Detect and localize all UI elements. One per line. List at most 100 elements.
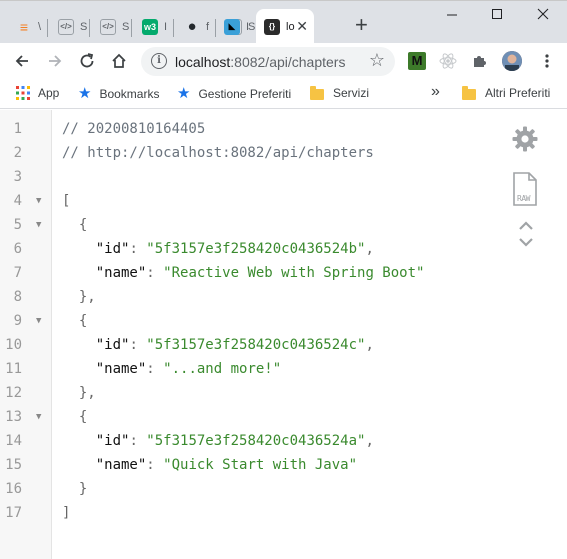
code-content: [: [62, 189, 70, 213]
line-number: 1: [13, 121, 22, 137]
json-viewer: 1 // 20200810164405 2 // http://localhost:8…: [0, 110, 567, 559]
bookmark-bookmarks[interactable]: ★ Bookmarks: [78, 86, 159, 101]
fold-toggle-icon[interactable]: ▼: [36, 213, 41, 237]
json-key: "name": [95, 457, 147, 473]
minimize-icon[interactable]: [442, 7, 462, 26]
json-punctuation: },: [62, 289, 96, 305]
bookmark-gestione-preferiti[interactable]: ★ Gestione Preferiti: [177, 86, 291, 101]
code-content: ]: [62, 501, 70, 525]
json-punctuation: [62, 241, 96, 257]
json-string-value: "5f3157e3f258420c0436524b": [146, 241, 366, 257]
code-line: 2 // http://localhost:8082/api/chapters: [0, 141, 500, 165]
json-punctuation: {: [62, 313, 88, 329]
maximize-icon[interactable]: [487, 7, 507, 26]
profile-avatar[interactable]: [502, 51, 522, 71]
json-punctuation: :: [129, 241, 147, 257]
browser-tab[interactable]: w3 I: [134, 9, 174, 44]
json-string-value: "Reactive Web with Spring Boot": [163, 265, 425, 281]
code-line: 4 ▼ [: [0, 189, 500, 213]
bookmarks-overflow-button[interactable]: »: [431, 83, 440, 101]
code-line: 11 "name": "...and more!": [0, 357, 500, 381]
json-punctuation: ]: [62, 505, 71, 521]
code-line: 10 "id": "5f3157e3f258420c0436524c",: [0, 333, 500, 357]
bookmark-label: Altri Preferiti: [485, 86, 551, 100]
bookmark-label: Bookmarks: [99, 86, 160, 101]
json-punctuation: }: [62, 481, 88, 497]
browser-tab[interactable]: ◣ I: [216, 9, 254, 44]
json-key: "id": [95, 241, 130, 257]
json-punctuation: [: [62, 193, 71, 209]
gear-icon[interactable]: [511, 125, 542, 158]
json-punctuation: :: [129, 337, 147, 353]
bookmark-star-icon[interactable]: ☆: [369, 50, 385, 71]
code-line: 15 "name": "Quick Start with Java": [0, 453, 500, 477]
line-number: 11: [5, 361, 22, 377]
json-punctuation: {: [62, 217, 88, 233]
browser-tab[interactable]: ≡ \: [8, 9, 48, 44]
home-button[interactable]: [108, 50, 130, 72]
browser-tab[interactable]: </> S: [92, 9, 132, 44]
code-line: 13 ▼ {: [0, 405, 500, 429]
browser-tab[interactable]: ● f: [176, 9, 216, 44]
browser-toolbar: i localhost:8082/api/chapters ☆ M: [0, 43, 567, 79]
code-icon: </>: [100, 18, 116, 35]
fold-toggle-icon[interactable]: ▼: [36, 309, 41, 333]
reload-button[interactable]: [76, 50, 98, 72]
code-comment: // http://localhost:8082/api/chapters: [62, 145, 374, 161]
bookmark-apps[interactable]: App: [16, 86, 59, 100]
code-content: {: [62, 213, 87, 237]
forward-button[interactable]: [44, 50, 66, 72]
code-content: }: [62, 477, 87, 501]
extension-m-icon[interactable]: M: [408, 52, 426, 70]
folder-icon: [462, 86, 476, 100]
bookmarks-bar: App ★ Bookmarks ★ Gestione Preferiti Ser…: [0, 79, 567, 109]
tab-separator: [131, 19, 132, 37]
code-icon: </>: [58, 18, 74, 35]
fold-toggle-icon[interactable]: ▼: [36, 405, 41, 429]
bookmark-servizi[interactable]: Servizi: [310, 86, 369, 100]
code-content: // http://localhost:8082/api/chapters: [62, 141, 374, 165]
extensions-puzzle-icon[interactable]: [470, 52, 488, 70]
code-line: 6 "id": "5f3157e3f258420c0436524b",: [0, 237, 500, 261]
json-viewer-icon: {}: [264, 18, 280, 35]
json-punctuation: :: [146, 457, 164, 473]
json-string-value: "5f3157e3f258420c0436524c": [146, 337, 366, 353]
tab-strip: ≡\</>S</>Sw3I●f</>S◣I {} lo ✕ +: [0, 0, 567, 44]
tab-title: I: [164, 20, 168, 33]
site-info-icon[interactable]: i: [151, 53, 167, 69]
json-punctuation: [62, 265, 96, 281]
browser-tab[interactable]: </> S: [50, 9, 90, 44]
code-line: 7 "name": "Reactive Web with Spring Boot…: [0, 261, 500, 285]
raw-file-icon[interactable]: RAW: [512, 172, 542, 211]
code-line: 16 }: [0, 477, 500, 501]
line-number: 8: [13, 289, 22, 305]
line-number: 13: [5, 409, 22, 425]
line-number: 17: [5, 505, 22, 521]
line-number: 6: [13, 241, 22, 257]
close-tab-icon[interactable]: ✕: [296, 18, 308, 35]
collapse-expand-icon[interactable]: [517, 219, 542, 254]
json-punctuation: {: [62, 409, 88, 425]
back-button[interactable]: [11, 50, 33, 72]
address-bar[interactable]: i localhost:8082/api/chapters ☆: [141, 47, 395, 76]
fold-toggle-icon[interactable]: ▼: [36, 189, 41, 213]
extension-react-icon[interactable]: [439, 52, 457, 70]
json-key: "id": [95, 337, 130, 353]
json-punctuation: :: [146, 361, 164, 377]
close-window-icon[interactable]: [533, 7, 553, 26]
url-path: :8082/api/chapters: [230, 54, 346, 70]
url-text[interactable]: localhost:8082/api/chapters: [175, 54, 345, 70]
stackoverflow-icon: ≡: [19, 18, 29, 35]
bookmark-star-icon: ★: [78, 85, 92, 102]
code-content: "id": "5f3157e3f258420c0436524c",: [62, 333, 374, 357]
other-bookmarks-folder[interactable]: Altri Preferiti: [462, 86, 551, 100]
raw-label: RAW: [517, 194, 530, 203]
json-string-value: "...and more!": [163, 361, 282, 377]
bookmark-label: Gestione Preferiti: [198, 86, 292, 101]
code-content: "id": "5f3157e3f258420c0436524a",: [62, 429, 374, 453]
active-tab[interactable]: {} lo ✕: [256, 9, 314, 44]
kebab-menu-icon[interactable]: [538, 52, 556, 70]
new-tab-button[interactable]: +: [355, 14, 368, 36]
code-content: "name": "...and more!": [62, 357, 281, 381]
json-punctuation: :: [146, 265, 164, 281]
